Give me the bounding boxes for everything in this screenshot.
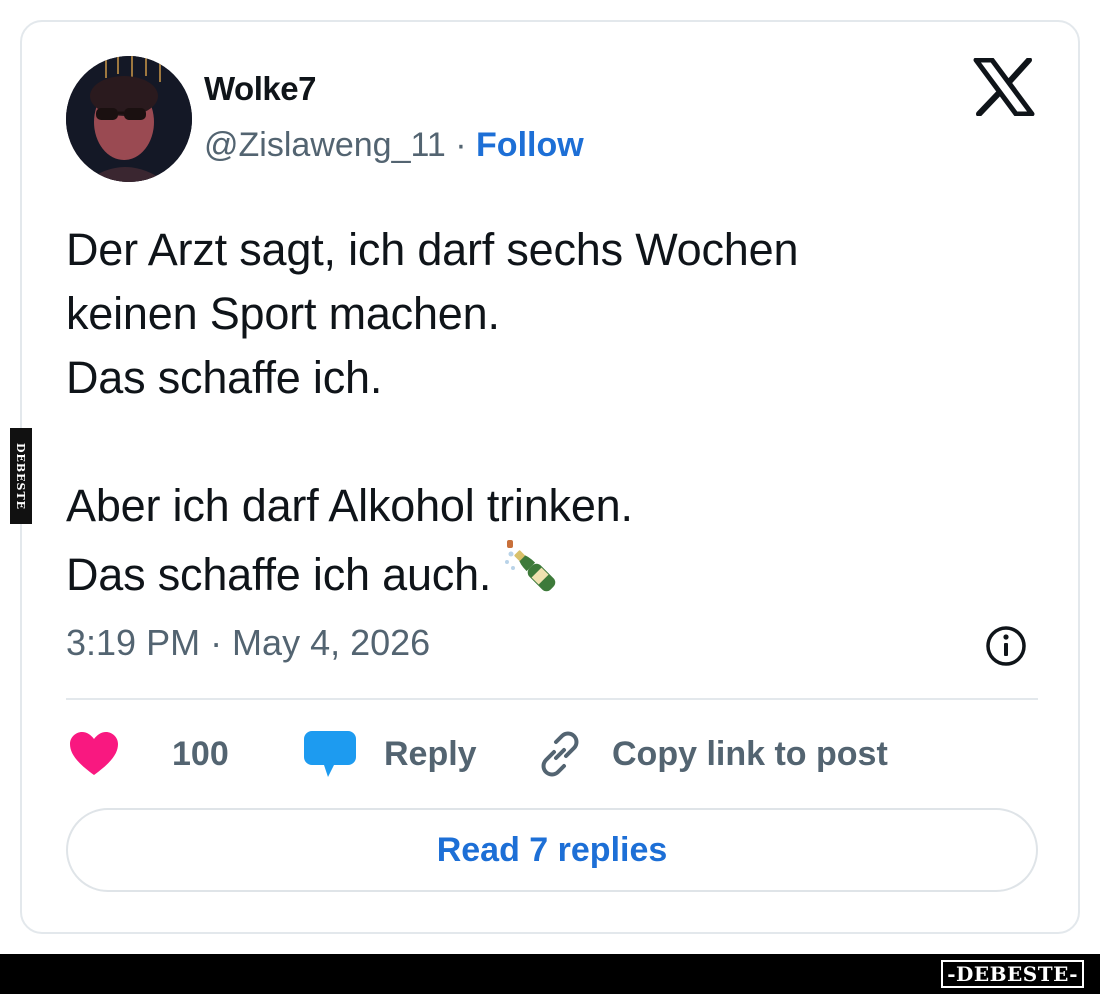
champagne-bottle-icon: [501, 538, 565, 617]
divider: [66, 698, 1038, 700]
copy-link-button[interactable]: Copy link to post: [534, 724, 888, 784]
tweet-text: Der Arzt sagt, ich darf sechs Wochen kei…: [66, 218, 798, 617]
debeste-logo: -DEBESTE-: [941, 960, 1084, 988]
copy-link-label: Copy link to post: [612, 734, 888, 773]
heart-icon: [70, 732, 118, 775]
info-icon[interactable]: [984, 624, 1028, 668]
read-replies-button[interactable]: Read 7 replies: [66, 808, 1038, 892]
tweet-embed-card: Wolke7 @Zislaweng_11 · Follow Der Arzt s…: [20, 20, 1080, 934]
like-count: 100: [172, 724, 229, 784]
tweet-text-content: Der Arzt sagt, ich darf sechs Wochen kei…: [66, 224, 799, 600]
x-logo-icon[interactable]: [972, 58, 1036, 116]
reply-label: Reply: [384, 734, 477, 773]
author-name[interactable]: Wolke7: [204, 70, 316, 108]
speech-bubble-icon: [304, 731, 356, 777]
read-replies-label: Read 7 replies: [436, 830, 668, 869]
action-bar: 100 Reply Copy link to post: [66, 724, 1038, 784]
reply-button[interactable]: Reply: [302, 724, 477, 784]
author-avatar[interactable]: [66, 56, 192, 182]
side-watermark-text: DEBESTE: [14, 442, 28, 510]
tweet-timestamp[interactable]: 3:19 PM · May 4, 2026: [66, 622, 430, 664]
author-handle[interactable]: @Zislaweng_11: [204, 126, 446, 164]
side-watermark: DEBESTE: [10, 428, 32, 524]
avatar-photo: [66, 56, 192, 182]
handle-separator: ·: [455, 126, 467, 164]
follow-button[interactable]: Follow: [476, 126, 584, 164]
footer-bar: -DEBESTE-: [0, 954, 1100, 994]
like-button[interactable]: [66, 724, 122, 784]
like-count-label: 100: [172, 734, 229, 773]
author-handle-row: @Zislaweng_11 · Follow: [204, 126, 584, 165]
link-icon: [541, 731, 579, 777]
